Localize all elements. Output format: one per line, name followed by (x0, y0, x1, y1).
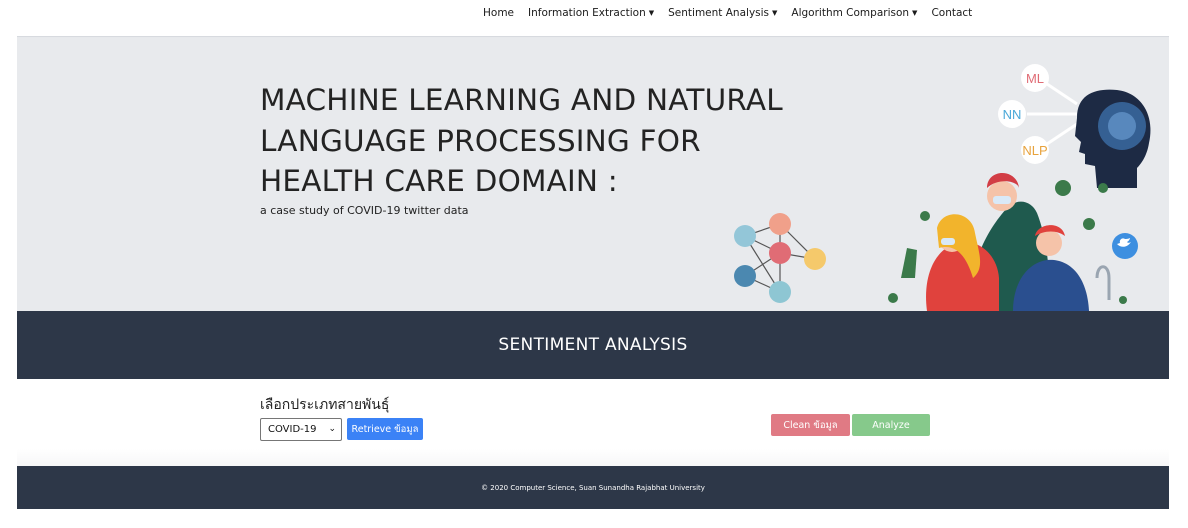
caret-down-icon: ▼ (912, 8, 918, 17)
chevron-down-icon: ⌄ (328, 424, 336, 434)
clean-button[interactable]: Clean ข้อมูล (771, 414, 850, 436)
hero-title-line-2: LANGUAGE PROCESSING FOR (260, 123, 701, 158)
ai-labels: ML NN NLP (998, 64, 1078, 164)
twitter-icon (1112, 233, 1138, 259)
people-illustration (901, 173, 1111, 311)
retrieve-button[interactable]: Retrieve ข้อมูล (347, 418, 423, 440)
nav-home-label: Home (483, 7, 515, 19)
network-graph-icon (734, 213, 826, 303)
nav-algorithm-comparison[interactable]: Algorithm Comparison ▼ (791, 7, 917, 19)
nav-algorithm-comparison-label: Algorithm Comparison (791, 7, 910, 19)
hero-title-line-1: MACHINE LEARNING AND NATURAL (260, 83, 783, 117)
hero-subtitle: a case study of COVID-19 twitter data (260, 204, 469, 217)
strain-select[interactable]: COVID-19 ⌄ (260, 418, 342, 441)
hero-title-line-3: HEALTH CARE DOMAIN : (260, 164, 618, 198)
hero-illustration: ML NN NLP (734, 64, 1151, 311)
ml-label: ML (1026, 71, 1044, 86)
nav-contact-label: Contact (931, 7, 973, 19)
nav-home[interactable]: Home (483, 7, 514, 19)
brain-head-icon (1075, 89, 1151, 188)
nn-label: NN (1003, 107, 1022, 122)
nav-information-extraction[interactable]: Information Extraction ▼ (528, 7, 654, 19)
nlp-label: NLP (1022, 143, 1047, 158)
section-title: SENTIMENT ANALYSIS (498, 335, 688, 355)
top-navbar: Home Information Extraction ▼ Sentiment A… (0, 0, 1188, 26)
nav-sentiment-analysis-label: Sentiment Analysis (668, 7, 770, 19)
controls-area (17, 380, 1169, 466)
nav-items: Home Information Extraction ▼ Sentiment A… (483, 7, 972, 19)
strain-select-value: COVID-19 (268, 424, 317, 435)
caret-down-icon: ▼ (648, 8, 655, 17)
hero-section: MACHINE LEARNING AND NATURAL LANGUAGE PR… (17, 38, 1169, 311)
section-banner: SENTIMENT ANALYSIS (17, 311, 1169, 379)
caret-down-icon: ▼ (772, 8, 778, 17)
nav-sentiment-analysis[interactable]: Sentiment Analysis ▼ (668, 7, 777, 19)
footer: © 2020 Computer Science, Suan Sunandha R… (17, 466, 1169, 509)
footer-copyright: © 2020 Computer Science, Suan Sunandha R… (481, 483, 705, 492)
strain-select-label: เลือกประเภทสายพันธุ์ (260, 397, 390, 413)
nav-contact[interactable]: Contact (931, 7, 972, 19)
analyze-button[interactable]: Analyze (852, 414, 930, 436)
nav-information-extraction-label: Information Extraction (528, 7, 646, 19)
